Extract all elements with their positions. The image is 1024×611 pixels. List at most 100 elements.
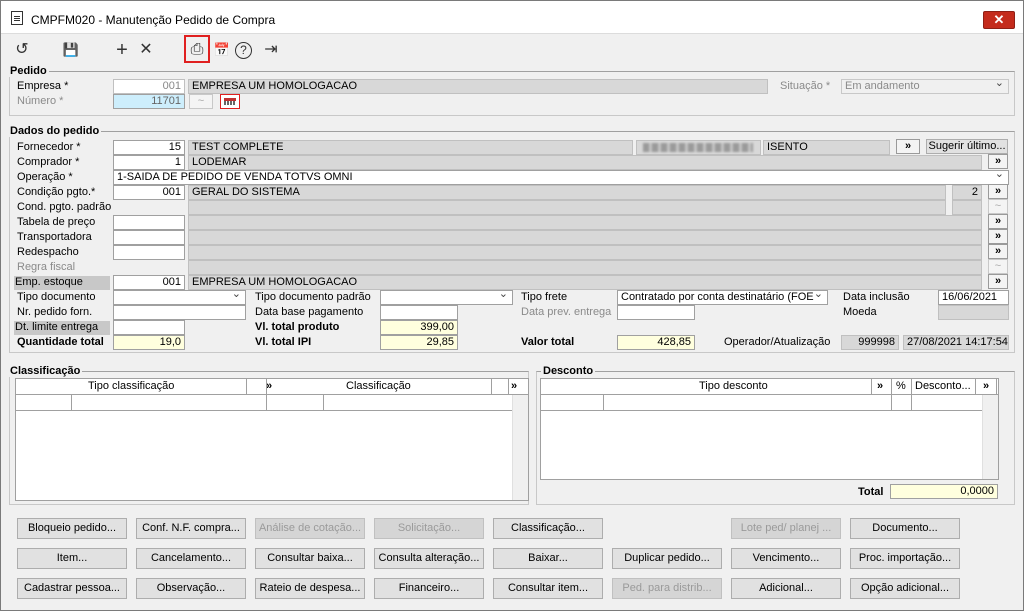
numero-field[interactable]: 11701 — [113, 94, 185, 109]
row3-button-3[interactable]: Financeiro... — [374, 578, 484, 599]
row2-button-7[interactable]: Proc. importação... — [850, 548, 960, 569]
data-inclusao-field[interactable]: 16/06/2021 — [938, 290, 1009, 305]
row1-button-0[interactable]: Bloqueio pedido... — [17, 518, 127, 539]
sugerir-ultimo-button[interactable]: Sugerir último... — [926, 139, 1008, 154]
fornecedor-document-field — [636, 140, 761, 155]
operacao-label: Operação * — [17, 171, 73, 183]
tipo-frete-select[interactable]: Contratado por conta destinatário (FOE — [617, 290, 828, 305]
row3-button-2[interactable]: Rateio de despesa... — [255, 578, 365, 599]
row1-button-2[interactable]: Análise de cotação... — [255, 518, 365, 539]
operacao-select[interactable]: 1-SAIDA DE PEDIDO DE VENDA TOTVS OMNI — [113, 170, 1009, 185]
redespacho-label: Redespacho — [17, 246, 79, 258]
empresa-name-field: EMPRESA UM HOMOLOGACAO — [188, 79, 768, 94]
desconto-more-button[interactable]: » — [983, 380, 989, 392]
comprador-code-field[interactable]: 1 — [113, 155, 185, 170]
print-icon[interactable]: ⎙ — [184, 35, 210, 63]
row2-button-6[interactable]: Vencimento... — [731, 548, 841, 569]
fornecedor-lookup-button[interactable]: » — [896, 139, 920, 154]
row3-button-7[interactable]: Opção adicional... — [850, 578, 960, 599]
situacao-label: Situação * — [780, 80, 831, 92]
cond-padrao-field — [188, 200, 946, 215]
row2-button-5[interactable]: Duplicar pedido... — [612, 548, 722, 569]
regra-fiscal-lookup-button[interactable]: ~ — [988, 259, 1008, 274]
transportadora-name-field — [188, 230, 982, 245]
row2-button-3[interactable]: Consulta alteração... — [374, 548, 484, 569]
delete-icon[interactable]: ✕ — [134, 39, 158, 61]
close-button[interactable]: ✕ — [983, 11, 1015, 29]
condicao-lookup-button[interactable]: » — [988, 184, 1008, 199]
redespacho-code-field[interactable] — [113, 245, 185, 260]
row2-button-4[interactable]: Baixar... — [493, 548, 603, 569]
transportadora-lookup-button[interactable]: » — [988, 229, 1008, 244]
quantidade-label: Quantidade total — [17, 336, 104, 348]
cond-padrao-number-field — [952, 200, 982, 215]
transportadora-code-field[interactable] — [113, 230, 185, 245]
help-icon[interactable]: ? — [235, 42, 252, 59]
tipo-doc-padrao-label: Tipo documento padrão — [255, 291, 371, 303]
row3-button-1[interactable]: Observação... — [136, 578, 246, 599]
classificacao-title: Classificação — [8, 365, 83, 377]
dados-title: Dados do pedido — [8, 125, 102, 137]
col-tipo-desconto[interactable]: Tipo desconto — [699, 380, 768, 392]
row1-button-6[interactable]: Documento... — [850, 518, 960, 539]
save-icon[interactable]: 💾 — [59, 39, 83, 61]
col-classificacao[interactable]: Classificação — [346, 380, 411, 392]
title-bar: CMPFM020 - Manutenção Pedido de Compra ✕ — [1, 1, 1023, 34]
row3-button-0[interactable]: Cadastrar pessoa... — [17, 578, 127, 599]
data-base-field[interactable] — [380, 305, 458, 320]
row2-button-2[interactable]: Consultar baixa... — [255, 548, 365, 569]
tipo-doc-padrao-select[interactable] — [380, 290, 513, 305]
row1-button-5[interactable]: Lote ped/ planej ... — [731, 518, 841, 539]
tabela-code-field[interactable] — [113, 215, 185, 230]
redespacho-name-field — [188, 245, 982, 260]
col-tipo-classificacao[interactable]: Tipo classificação — [88, 380, 174, 392]
undo-icon[interactable]: ↺ — [10, 39, 34, 61]
cond-padrao-lookup-button[interactable]: ~ — [988, 199, 1008, 214]
nr-pedido-label: Nr. pedido forn. — [17, 306, 93, 318]
emp-estoque-lookup-button[interactable]: » — [988, 274, 1008, 289]
desconto-grid[interactable]: Tipo desconto » % Desconto... » — [540, 378, 999, 480]
add-icon[interactable]: + — [110, 39, 134, 61]
row3-button-5[interactable]: Ped. para distrib... — [612, 578, 722, 599]
row1-button-1[interactable]: Conf. N.F. compra... — [136, 518, 246, 539]
cond-padrao-label: Cond. pgto. padrão — [17, 201, 112, 213]
redespacho-lookup-button[interactable]: » — [988, 244, 1008, 259]
row3-button-4[interactable]: Consultar item... — [493, 578, 603, 599]
data-prev-field[interactable] — [617, 305, 695, 320]
tabela-label: Tabela de preço — [17, 216, 96, 228]
vl-produto-field: 399,00 — [380, 320, 458, 335]
emp-estoque-code-field[interactable]: 001 — [113, 275, 185, 290]
tabela-lookup-button[interactable]: » — [988, 214, 1008, 229]
nr-pedido-field[interactable] — [113, 305, 246, 320]
regra-fiscal-field — [188, 260, 982, 275]
dt-limite-field[interactable] — [113, 320, 185, 335]
classificacao-row[interactable] — [16, 395, 512, 411]
col-pct[interactable]: % — [896, 380, 906, 392]
classificacao-grid[interactable]: Tipo classificação » Classificação » — [15, 378, 529, 501]
classificacao-scrollbar[interactable] — [512, 395, 528, 500]
tipo-doc-label: Tipo documento — [17, 291, 96, 303]
tipo-desconto-more-button[interactable]: » — [877, 380, 883, 392]
calendar-icon[interactable]: 📅 — [210, 39, 234, 61]
desconto-scrollbar[interactable] — [982, 395, 998, 479]
numero-calendar-icon[interactable] — [220, 94, 240, 109]
condicao-code-field[interactable]: 001 — [113, 185, 185, 200]
emp-estoque-label: Emp. estoque — [14, 276, 110, 290]
empresa-code-field[interactable]: 001 — [113, 79, 185, 94]
situacao-select[interactable]: Em andamento — [841, 79, 1009, 94]
numero-lookup-button[interactable]: ~ — [189, 94, 213, 109]
operador-label: Operador/Atualização — [724, 336, 831, 348]
exit-icon[interactable]: ⇥ — [259, 39, 283, 61]
atualizacao-field: 27/08/2021 14:17:54 — [903, 335, 1009, 350]
desconto-row[interactable] — [541, 395, 982, 411]
row2-button-0[interactable]: Item... — [17, 548, 127, 569]
fornecedor-code-field[interactable]: 15 — [113, 140, 185, 155]
tipo-doc-select[interactable] — [113, 290, 246, 305]
row1-button-4[interactable]: Classificação... — [493, 518, 603, 539]
classificacao-more-button[interactable]: » — [511, 380, 517, 392]
row1-button-3[interactable]: Solicitação... — [374, 518, 484, 539]
row2-button-1[interactable]: Cancelamento... — [136, 548, 246, 569]
comprador-lookup-button[interactable]: » — [988, 154, 1008, 169]
row3-button-6[interactable]: Adicional... — [731, 578, 841, 599]
col-desconto[interactable]: Desconto... — [915, 380, 971, 392]
